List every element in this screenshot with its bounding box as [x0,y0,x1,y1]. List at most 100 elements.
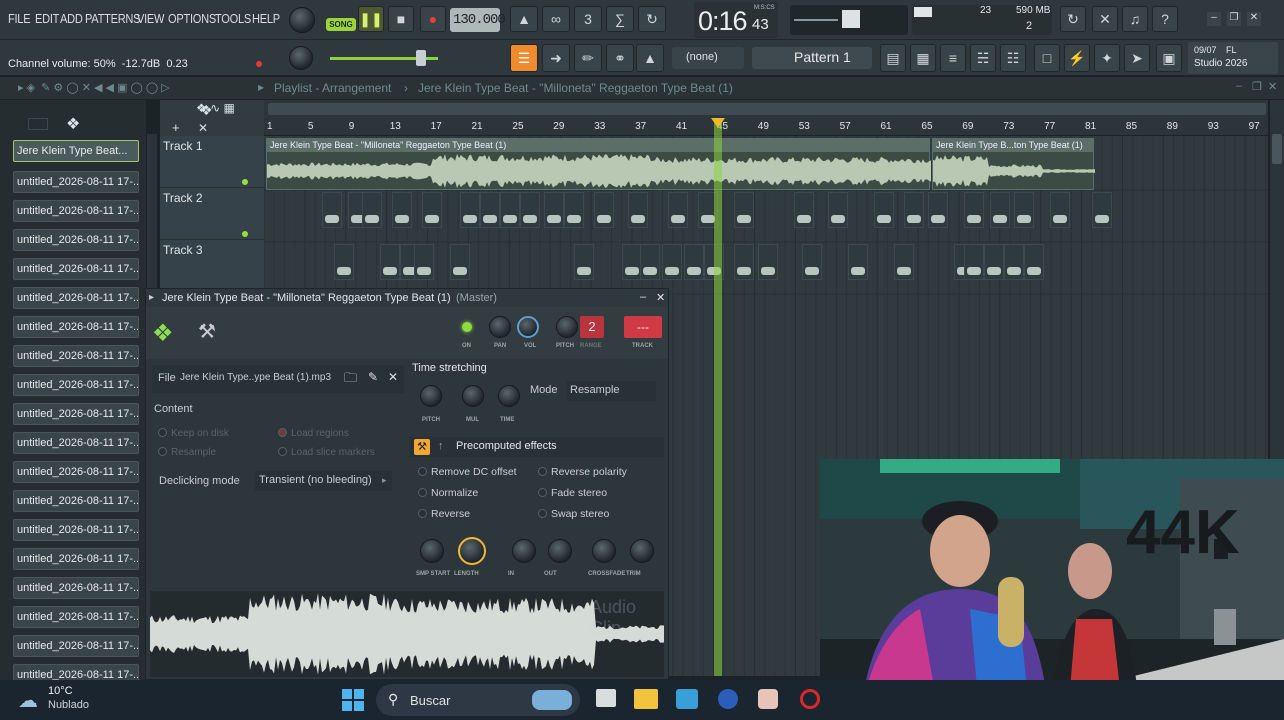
picker-item[interactable]: untitled_2026-08-11 17-... [13,577,139,599]
pattern-clip[interactable] [894,244,914,280]
swap-stereo-option[interactable]: Swap stereo [538,508,609,520]
ts-pitch-knob[interactable] [420,385,442,407]
stop-button[interactable]: ■ [388,6,414,32]
sample-knob[interactable] [512,539,536,563]
pattern-clip[interactable] [874,192,894,228]
pattern-clip[interactable] [594,192,614,228]
reverse-polarity-option[interactable]: Reverse polarity [538,466,627,478]
menu-patterns[interactable]: PATTERNS [85,11,141,26]
wait-input-button[interactable]: ∞ [542,6,570,32]
weather-condition[interactable]: Nublado [48,699,89,711]
load-regions-option[interactable]: Load regions [278,428,349,439]
wrench-icon[interactable]: ⚒ [414,439,430,455]
stamp-button[interactable]: ▲ [636,44,664,72]
playlist-close-icon[interactable]: ✕ [1268,80,1277,93]
menu-edit[interactable]: EDIT [35,11,59,26]
pattern-clip[interactable] [460,192,480,228]
horizontal-scroll-bar[interactable] [264,100,1268,118]
sample-knob[interactable] [548,539,572,563]
pattern-clip[interactable] [564,192,584,228]
audio-clip-second[interactable]: Jere Klein Type B...ton Type Beat (1) [932,138,1095,190]
fade-stereo-option[interactable]: Fade stereo [538,487,607,499]
pattern-clip[interactable] [734,192,754,228]
load-slice-markers-option[interactable]: Load slice markers [278,447,375,458]
pattern-clip[interactable] [520,192,540,228]
reverse-option[interactable]: Reverse [418,508,470,520]
playhead-line[interactable] [714,120,722,676]
piano-roll-button[interactable]: ▦ [910,44,936,72]
snap-selector[interactable]: (none) [672,47,744,69]
folder-icon[interactable]: 🗀 [344,369,357,391]
store-icon[interactable] [676,689,698,709]
record-button[interactable]: ● [420,6,446,32]
pattern-clip[interactable] [848,244,868,280]
windows-start-button[interactable] [340,687,366,713]
pause-button[interactable]: ❚❚ [358,6,384,32]
menu-tools[interactable]: TOOLS [215,11,251,26]
ts-mul-knob[interactable] [462,385,484,407]
pattern-clip[interactable] [668,192,688,228]
pattern-clip[interactable] [322,192,342,228]
project-button[interactable]: □ [1034,44,1060,72]
picker-item[interactable]: untitled_2026-08-11 17-... [13,519,139,541]
picker-item[interactable]: untitled_2026-08-11 17-... [13,229,139,251]
pattern-clip[interactable] [1014,192,1034,228]
vertical-scroll-thumb[interactable] [1272,134,1282,164]
pattern-clip[interactable] [684,244,704,280]
pattern-clip[interactable] [1004,244,1024,280]
pattern-clip[interactable] [758,244,778,280]
pattern-clip[interactable] [334,244,354,280]
declicking-mode-select[interactable]: Transient (no bleeding) [254,471,392,491]
wrench-tab-icon[interactable]: ⚒ [198,319,216,344]
picker-item[interactable]: untitled_2026-08-11 17-... [13,316,139,338]
resample-option[interactable]: Resample [158,447,216,458]
pattern-clip[interactable] [1092,192,1112,228]
tool-button[interactable]: ✦ [1094,44,1120,72]
audio-waveform-tab-icon[interactable]: ❖ [152,319,174,348]
pattern-clip[interactable] [450,244,470,280]
metronome-button[interactable]: ▲ [510,6,538,32]
mixer-track-selector[interactable]: --- [624,316,662,338]
menu-view[interactable]: VIEW [137,11,164,26]
plugin-button[interactable]: ⚡ [1064,44,1090,72]
remove-track-icon[interactable]: ✕ [198,121,208,135]
playlist-maximize-icon[interactable]: ❐ [1252,80,1262,93]
pattern-clip[interactable] [628,192,648,228]
picker-item[interactable]: untitled_2026-08-11 17-... [13,548,139,570]
pattern-clip[interactable] [794,192,814,228]
sample-knob[interactable] [420,539,444,563]
pattern-clip[interactable] [544,192,564,228]
pattern-clip[interactable] [990,192,1010,228]
browser-icon[interactable] [718,689,738,709]
track-2-active-led[interactable] [242,231,248,237]
normalize-option[interactable]: Normalize [418,487,478,499]
menu-help[interactable]: HELP [252,11,280,26]
pattern-clip[interactable] [640,244,660,280]
pitch-knob[interactable] [556,316,578,338]
pattern-clip[interactable] [734,244,754,280]
master-volume-handle[interactable] [416,50,426,66]
fl-studio-icon[interactable] [758,689,778,709]
horizontal-scroll-thumb[interactable] [268,103,1266,115]
pattern-clip[interactable] [392,192,412,228]
pattern-clip[interactable] [964,192,984,228]
pattern-clip[interactable] [380,244,400,280]
sample-knob[interactable] [630,539,654,563]
channel-close-icon[interactable]: ✕ [656,291,665,304]
picker-item[interactable]: untitled_2026-08-11 17-... [13,287,139,309]
track-3-header[interactable]: Track 3 [160,240,264,290]
snap-forward-button[interactable]: ➜ [542,44,570,72]
playlist-button[interactable]: ▤ [880,44,906,72]
pan-knob[interactable] [489,316,511,338]
weather-temperature[interactable]: 10°C [48,685,73,697]
link-button[interactable]: ⚭ [606,44,634,72]
help-button[interactable]: ? [1152,6,1178,32]
taskbar-search[interactable]: ⚲ Buscar [376,684,580,716]
pattern-clip[interactable] [802,244,822,280]
picker-item[interactable]: Jere Klein Type Beat... [13,140,139,162]
picker-item[interactable]: untitled_2026-08-11 17-... [13,171,139,193]
volume-knob[interactable] [517,316,539,338]
pattern-clip[interactable] [422,192,442,228]
audio-clip-main[interactable]: Jere Klein Type Beat - "Milloneta" Regga… [266,138,931,190]
edit-file-icon[interactable]: ✎ [368,370,378,384]
